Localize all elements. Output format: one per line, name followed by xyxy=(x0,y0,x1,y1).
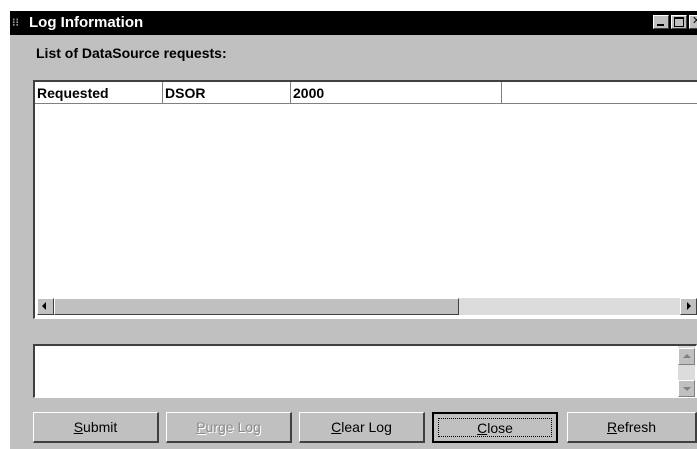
horizontal-scrollbar[interactable] xyxy=(37,298,697,315)
purge-log-button[interactable]: Purge Log xyxy=(166,412,292,443)
minimize-button[interactable] xyxy=(653,15,669,29)
close-window-button[interactable] xyxy=(689,14,697,29)
close-accelerator: C xyxy=(477,420,488,436)
scrollbar-thumb[interactable] xyxy=(54,298,459,315)
clear-log-button[interactable]: Clear Log xyxy=(299,412,425,443)
scroll-left-arrow-icon[interactable] xyxy=(37,298,54,315)
log-information-window: ⁝⁝ Log Information List of DataSource re… xyxy=(10,11,697,449)
window-title: Log Information xyxy=(29,14,144,31)
column-header-dsor[interactable]: DSOR xyxy=(163,82,291,104)
scroll-up-arrow-icon[interactable] xyxy=(678,348,695,365)
list-header: Requested DSOR 2000 xyxy=(35,82,697,104)
refresh-accelerator: R xyxy=(606,419,618,435)
close-label: lose xyxy=(487,420,513,436)
column-header-requested[interactable]: Requested xyxy=(35,82,163,104)
purge-log-accelerator: P xyxy=(196,419,206,435)
column-header-empty[interactable] xyxy=(502,82,697,104)
list-label: List of DataSource requests: xyxy=(36,45,227,61)
requests-list[interactable]: Requested DSOR 2000 xyxy=(33,80,697,319)
submit-button[interactable]: Submit xyxy=(33,412,159,443)
message-textarea[interactable] xyxy=(33,344,697,398)
refresh-button[interactable]: Refresh xyxy=(567,412,697,443)
refresh-label: efresh xyxy=(617,419,657,435)
submit-accelerator: S xyxy=(73,419,84,435)
maximize-button[interactable] xyxy=(671,15,687,29)
submit-label: ubmit xyxy=(83,419,118,435)
clear-log-accelerator: C xyxy=(331,419,342,435)
title-bar[interactable]: ⁝⁝ Log Information xyxy=(10,11,697,35)
purge-log-label: urge Log xyxy=(205,419,261,435)
scroll-down-arrow-icon[interactable] xyxy=(678,380,695,397)
clear-log-label: lear Log xyxy=(341,419,392,435)
vertical-scrollbar[interactable] xyxy=(678,346,695,397)
scroll-right-arrow-icon[interactable] xyxy=(680,298,697,315)
close-button[interactable]: Close xyxy=(432,412,558,443)
column-header-2000[interactable]: 2000 xyxy=(291,82,502,104)
scrollbar-track[interactable] xyxy=(459,298,680,315)
app-icon[interactable]: ⁝⁝ xyxy=(12,16,28,30)
